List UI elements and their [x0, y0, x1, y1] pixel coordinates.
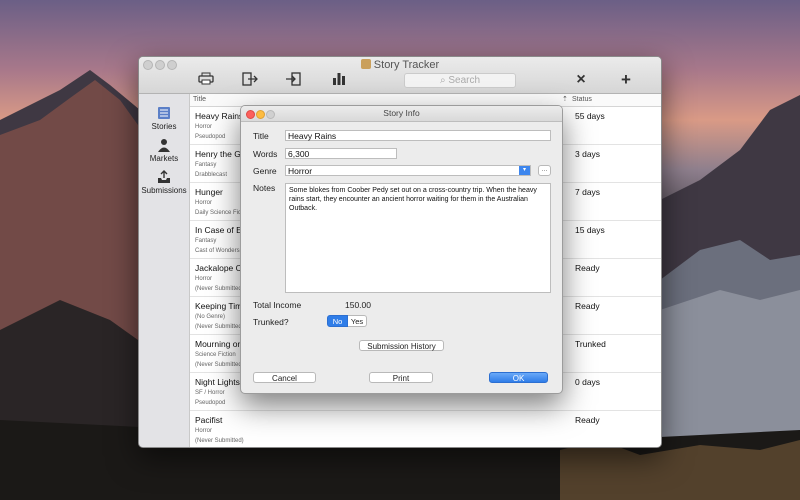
row-genre: Fantasy — [195, 238, 217, 244]
story-info-dialog: Story Info Title Heavy Rains Words 6,300… — [240, 105, 563, 394]
import-icon — [286, 72, 301, 86]
table-row[interactable]: Pacifist Horror (Never Submitted) Ready — [190, 411, 661, 447]
row-market: (Never Submitted) — [195, 286, 244, 292]
row-title: Pacifist — [195, 415, 223, 425]
delete-button[interactable]: × — [571, 72, 591, 88]
cancel-button[interactable]: Cancel — [253, 372, 316, 383]
row-status: 7 days — [575, 187, 601, 197]
export-button[interactable] — [240, 72, 260, 88]
row-market: (Never Submitted) — [195, 324, 244, 330]
sort-icon: ⇡ — [562, 96, 568, 103]
row-market: Cast of Wonders — [195, 248, 240, 254]
app-icon — [360, 59, 371, 69]
submission-history-button[interactable]: Submission History — [359, 340, 444, 351]
genre-select[interactable]: Horror ▾ — [285, 165, 531, 176]
title-label: Title — [253, 131, 269, 141]
notes-textarea[interactable]: Some blokes from Coober Pedy set out on … — [285, 183, 551, 293]
export-icon — [242, 72, 258, 86]
plus-icon: + — [621, 70, 631, 89]
title-field[interactable]: Heavy Rains — [285, 130, 551, 141]
printer-icon — [198, 72, 214, 85]
import-button[interactable] — [283, 72, 303, 88]
person-icon — [158, 139, 170, 152]
more-genres-button[interactable]: ··· — [538, 165, 551, 176]
row-market: (Never Submitted) — [195, 438, 244, 444]
total-income-value: 150.00 — [345, 300, 371, 310]
dialog-title: Story Info — [383, 108, 420, 118]
row-title: Heavy Rains — [195, 111, 244, 121]
sidebar-item-label: Submissions — [141, 186, 187, 195]
row-status: Ready — [575, 301, 600, 311]
row-title: Mourning on — [195, 339, 243, 349]
row-genre: SF / Horror — [195, 390, 225, 396]
sidebar-item-label: Stories — [151, 122, 177, 131]
add-button[interactable]: + — [616, 70, 636, 89]
row-status: Trunked — [575, 339, 606, 349]
notes-label: Notes — [253, 183, 276, 193]
row-status: 55 days — [575, 111, 605, 121]
genre-label: Genre — [253, 166, 277, 176]
trunked-label: Trunked? — [253, 317, 289, 327]
row-title: Hunger — [195, 187, 223, 197]
row-status: 15 days — [575, 225, 605, 235]
window-titlebar: Story Tracker ⌕ Search × + — [139, 57, 661, 94]
row-status: 0 days — [575, 377, 601, 387]
row-genre: Fantasy — [195, 162, 217, 168]
ok-button[interactable]: OK — [489, 372, 548, 383]
sidebar-item-submissions[interactable]: Submissions — [139, 170, 189, 195]
row-genre: Horror — [195, 200, 213, 206]
genre-select-value: Horror — [288, 166, 313, 176]
row-genre: Science Fiction — [195, 352, 236, 358]
row-genre: Horror — [195, 428, 213, 434]
trunked-no-toggle[interactable]: No — [327, 315, 348, 327]
print-button[interactable] — [196, 72, 216, 88]
total-income-label: Total Income — [253, 300, 302, 310]
window-title: Story Tracker — [139, 59, 661, 71]
row-title: Night Lights — [195, 377, 240, 387]
print-dialog-button[interactable]: Print — [369, 372, 433, 383]
row-genre: Horror — [195, 124, 213, 130]
words-label: Words — [253, 149, 278, 159]
row-market: (Never Submitted) — [195, 362, 244, 368]
search-placeholder: Search — [448, 75, 481, 86]
words-field[interactable]: 6,300 — [285, 148, 397, 159]
close-icon: × — [576, 71, 586, 88]
sidebar-item-markets[interactable]: Markets — [139, 138, 189, 163]
row-market: Pseudopod — [195, 134, 226, 140]
sidebar-item-stories[interactable]: Stories — [139, 106, 189, 131]
sidebar: Stories Markets Submissions — [139, 94, 190, 447]
trunked-yes-toggle[interactable]: Yes — [348, 315, 367, 327]
row-status: Ready — [575, 263, 600, 273]
row-title: Jackalope Co — [195, 263, 247, 273]
column-title-header[interactable]: Title — [193, 96, 206, 103]
window-title-text: Story Tracker — [373, 59, 440, 71]
stats-button[interactable] — [329, 72, 349, 88]
stories-icon — [158, 107, 170, 119]
row-status: 3 days — [575, 149, 601, 159]
column-status-header[interactable]: Status — [572, 96, 592, 103]
search-input[interactable]: ⌕ Search — [404, 73, 516, 88]
row-genre: (No Genre) — [195, 314, 226, 320]
sidebar-item-label: Markets — [149, 154, 179, 163]
row-market: Pseudopod — [195, 400, 226, 406]
outbox-icon — [158, 170, 170, 183]
dialog-titlebar: Story Info — [241, 106, 562, 122]
chevron-down-icon: ▾ — [519, 166, 530, 175]
row-market: Drabblecast — [195, 172, 228, 178]
row-status: Ready — [575, 415, 600, 425]
bar-chart-icon — [333, 73, 345, 85]
row-genre: Horror — [195, 276, 213, 282]
